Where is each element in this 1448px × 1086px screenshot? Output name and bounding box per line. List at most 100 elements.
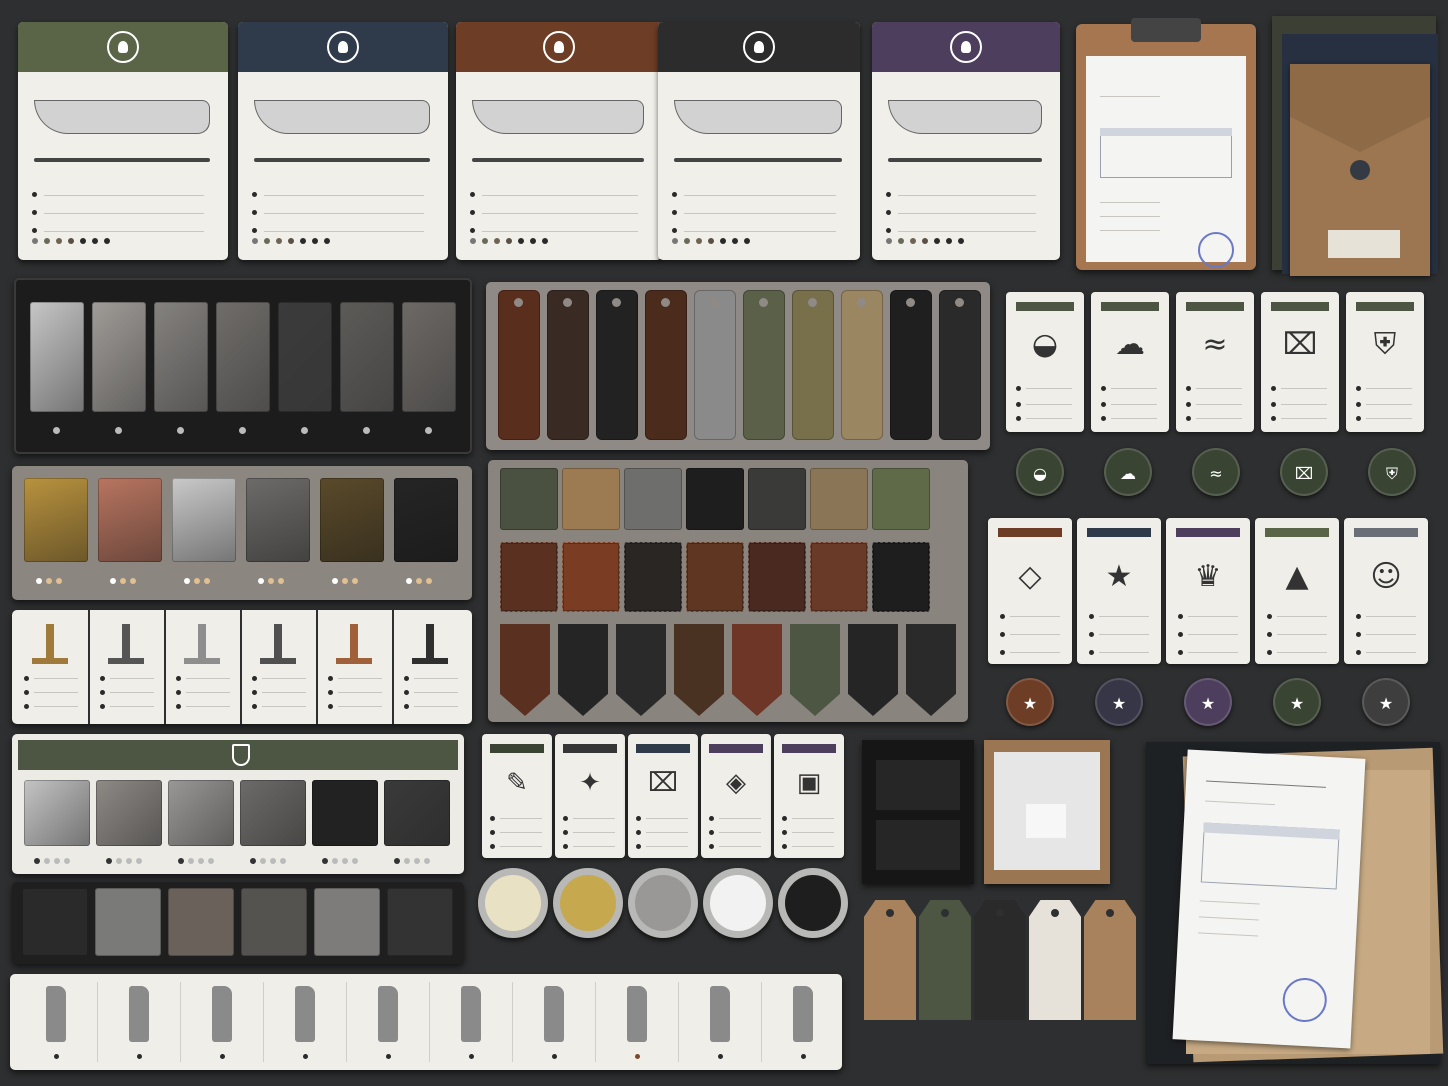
bullet — [490, 830, 495, 835]
shield-icon — [232, 744, 250, 766]
crown-icon: ♛ — [1194, 559, 1222, 594]
bullet — [1356, 614, 1361, 619]
line — [482, 195, 638, 196]
line — [186, 706, 230, 707]
fabric-swatch — [500, 468, 558, 530]
finish-sample — [240, 780, 306, 846]
finish-dot — [414, 858, 420, 864]
handle-profile — [295, 986, 315, 1042]
line — [1188, 634, 1238, 635]
line — [186, 678, 230, 679]
handle-profile — [627, 986, 647, 1042]
care-tile-bar — [1271, 302, 1329, 311]
finish-dot — [424, 858, 430, 864]
profile-dot — [635, 1054, 640, 1059]
profile-divider — [595, 982, 596, 1062]
care-tile: ◒ — [1006, 292, 1084, 432]
profile-divider — [180, 982, 181, 1062]
care-tile: ☁ — [1091, 292, 1169, 432]
team-icon: ☺ — [1370, 559, 1402, 594]
hang-tag — [1029, 900, 1081, 1020]
bullet — [328, 676, 333, 681]
bullet — [782, 830, 787, 835]
blade-outline-icon — [888, 100, 1042, 134]
hang-tag — [919, 900, 971, 1020]
line — [338, 678, 382, 679]
finish-dot — [116, 858, 122, 864]
shield-icon: ⛨ — [1373, 327, 1397, 362]
star-disc: ★ — [1273, 678, 1321, 726]
line — [1010, 634, 1060, 635]
bullet — [490, 816, 495, 821]
bullet — [32, 228, 37, 233]
finish-dot — [126, 858, 132, 864]
leather-patch — [624, 542, 682, 612]
color-dot — [506, 238, 512, 244]
handle-scale — [841, 290, 883, 440]
stone-sample — [168, 888, 234, 956]
guard-stem — [198, 624, 206, 660]
waves-icon: ≈ — [1202, 327, 1228, 362]
bullet — [24, 690, 29, 695]
bullet — [672, 228, 677, 233]
line — [573, 818, 615, 819]
plate-dot — [130, 578, 136, 584]
leather-patch — [686, 542, 744, 612]
bullet — [672, 210, 677, 215]
care-disc: ☁ — [1104, 448, 1152, 496]
line — [44, 213, 204, 214]
bullet — [176, 676, 181, 681]
maintenance-tile: ◈ — [701, 734, 771, 858]
plate-dot — [120, 578, 126, 584]
plate-dot — [268, 578, 274, 584]
line — [110, 706, 154, 707]
box-icon: ▣ — [796, 768, 822, 798]
line — [1196, 388, 1242, 389]
star-disc: ★ — [1362, 678, 1410, 726]
line — [792, 846, 834, 847]
maintenance-tile-bar — [709, 744, 763, 753]
bullet — [1016, 416, 1021, 421]
brush-icon: ✎ — [506, 768, 528, 798]
bullet — [1271, 402, 1276, 407]
profile-dot — [54, 1054, 59, 1059]
color-dot — [32, 238, 38, 244]
bullet — [636, 816, 641, 821]
certificate-seal — [1281, 976, 1328, 1024]
rain-icon: ☁ — [1115, 327, 1145, 362]
care-tile-bar — [1016, 302, 1074, 311]
line — [262, 692, 306, 693]
stone-sample — [387, 888, 453, 956]
steel-swatch — [30, 302, 84, 412]
care-disc: ≈ — [1192, 448, 1240, 496]
knife-card — [238, 22, 448, 260]
scale-hole — [612, 298, 621, 307]
bullet — [1356, 416, 1361, 421]
quality-tile-bar — [1087, 528, 1151, 537]
guard-stem — [426, 624, 434, 660]
finish-dot — [404, 858, 410, 864]
color-dot — [910, 238, 916, 244]
color-dot — [44, 238, 50, 244]
bullet — [1356, 650, 1361, 655]
bullet — [470, 228, 475, 233]
line — [110, 692, 154, 693]
finish-board-header — [18, 740, 458, 770]
finish-dot — [64, 858, 70, 864]
tin — [553, 868, 623, 938]
plate-dot — [406, 578, 412, 584]
steel-swatch — [340, 302, 394, 412]
cloth-icon: ◈ — [726, 768, 746, 798]
line — [500, 832, 542, 833]
tin — [778, 868, 848, 938]
knife-card — [18, 22, 228, 260]
stone-sample — [95, 888, 161, 956]
color-dot — [898, 238, 904, 244]
scale-hole — [661, 298, 670, 307]
knife-card — [456, 22, 662, 260]
color-dot — [324, 238, 330, 244]
color-dot — [530, 238, 536, 244]
fabric-swatch — [562, 468, 620, 530]
handle-profile — [461, 986, 481, 1042]
bullet — [1016, 402, 1021, 407]
